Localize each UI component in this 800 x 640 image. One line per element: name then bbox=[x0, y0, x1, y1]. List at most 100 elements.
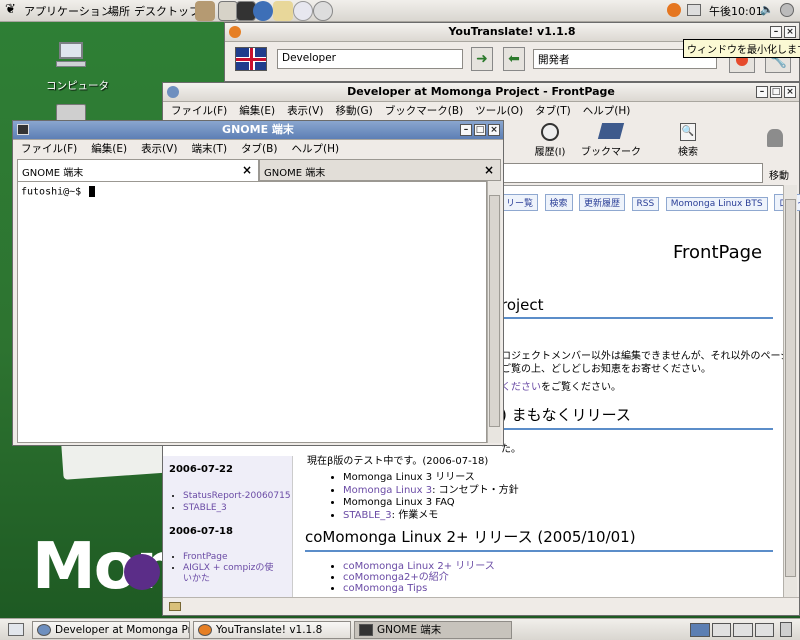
nav-bts-link[interactable]: Momonga Linux BTS bbox=[665, 197, 768, 211]
cd-icon[interactable] bbox=[293, 1, 313, 21]
workspace-1[interactable] bbox=[690, 623, 710, 637]
mail-icon[interactable] bbox=[218, 1, 238, 21]
bookmarks-label: ブックマーク bbox=[581, 147, 641, 158]
source-text-input[interactable]: Developer bbox=[277, 49, 463, 69]
bookmarks-button[interactable]: ブックマーク bbox=[581, 123, 641, 158]
browser-statusbar bbox=[163, 597, 799, 615]
sidebar-link-frontpage[interactable]: FrontPage bbox=[183, 552, 273, 563]
browser-menu-tools[interactable]: ツール(O) bbox=[475, 103, 523, 118]
page-nav-links: リー覧 検索 更新履歴 RSS Momonga Linux BTS ログイン bbox=[501, 194, 800, 211]
volume-icon[interactable]: 🔈 bbox=[760, 3, 774, 16]
browser-menu-tabs[interactable]: タブ(T) bbox=[535, 103, 571, 118]
nav-rss-link[interactable]: RSS bbox=[631, 197, 660, 211]
search-button[interactable]: 🔍 検索 bbox=[668, 123, 708, 158]
browser-menu-edit[interactable]: 編集(E) bbox=[239, 103, 275, 118]
bookmark-icon bbox=[597, 123, 625, 139]
power-icon[interactable] bbox=[780, 3, 794, 17]
project-heading: roject bbox=[501, 296, 773, 319]
notification-icon[interactable] bbox=[667, 3, 681, 17]
nav-history-link[interactable]: 更新履歴 bbox=[579, 194, 626, 211]
youtranslate-app-icon bbox=[229, 26, 241, 38]
computer-icon[interactable] bbox=[56, 42, 86, 68]
terminal-scrollbar[interactable] bbox=[487, 181, 501, 443]
history-label: 履歴(I) bbox=[534, 147, 566, 158]
terminal-menu-file[interactable]: ファイル(F) bbox=[21, 141, 77, 156]
uk-flag-icon[interactable] bbox=[235, 47, 267, 71]
minimize-button[interactable]: – bbox=[460, 124, 472, 136]
browser-titlebar[interactable]: Developer at Momonga Project - FrontPage… bbox=[163, 83, 799, 102]
terminal-menu-tabs[interactable]: タブ(B) bbox=[241, 141, 277, 156]
taskbar-youtranslate[interactable]: YouTranslate! v1.1.8 bbox=[193, 621, 351, 639]
foot-icon[interactable]: ❦ bbox=[5, 2, 16, 17]
show-desktop-icon[interactable] bbox=[8, 623, 24, 636]
browser-scrollbar[interactable] bbox=[783, 185, 797, 597]
beta-note: 現在β版のテスト中です。(2006-07-18) bbox=[307, 456, 489, 467]
sidebar-link-stable[interactable]: STABLE_3 bbox=[183, 502, 291, 514]
kde-icon[interactable] bbox=[313, 1, 333, 21]
terminal-titlebar[interactable]: GNOME 端末 – □ × bbox=[13, 121, 503, 140]
close-button[interactable]: × bbox=[784, 86, 796, 98]
terminal-scroll-thumb[interactable] bbox=[489, 195, 500, 427]
applications-menu[interactable]: アプリケーション bbox=[24, 3, 112, 19]
browser-scroll-thumb[interactable] bbox=[785, 199, 796, 577]
tab-close-icon[interactable]: × bbox=[484, 163, 494, 177]
globe-icon[interactable] bbox=[253, 1, 273, 21]
minimize-button[interactable]: – bbox=[770, 26, 782, 38]
translate-back-button[interactable]: ⬅ bbox=[503, 47, 525, 71]
trash-icon[interactable] bbox=[780, 622, 792, 637]
please-link[interactable]: ください bbox=[501, 382, 541, 393]
close-button[interactable]: × bbox=[488, 124, 500, 136]
network-icon[interactable] bbox=[687, 4, 701, 16]
browser-menu-file[interactable]: ファイル(F) bbox=[171, 103, 227, 118]
release-heading: ) まもなくリリース bbox=[501, 404, 773, 430]
maximize-button[interactable]: □ bbox=[770, 86, 782, 98]
terminal-menu-terminal[interactable]: 端末(T) bbox=[191, 141, 227, 156]
browser-menu-view[interactable]: 表示(V) bbox=[287, 103, 323, 118]
top-panel: ❦ アプリケーション 場所 デスクトップ 午後10:01 🔈 bbox=[0, 0, 800, 22]
terminal-screen[interactable]: futoshi@~$ bbox=[17, 181, 487, 443]
clock[interactable]: 午後10:01 bbox=[709, 3, 763, 19]
browser-menu-go[interactable]: 移動(G) bbox=[335, 103, 372, 118]
search-icon: 🔍 bbox=[680, 123, 696, 141]
list-item: STABLE_3: 作業メモ bbox=[343, 510, 519, 523]
taskbar-terminal[interactable]: GNOME 端末 bbox=[354, 621, 512, 639]
momonga-logo: Mon bbox=[32, 530, 172, 604]
terminal-app-icon bbox=[17, 124, 29, 135]
minimize-tooltip: ウィンドウを最小化します bbox=[683, 39, 800, 58]
tab-close-icon[interactable]: × bbox=[242, 163, 252, 177]
browser-menu-bookmarks[interactable]: ブックマーク(B) bbox=[385, 103, 463, 118]
editor-icon[interactable] bbox=[273, 1, 293, 21]
history-button[interactable]: 履歴(I) bbox=[525, 123, 575, 158]
close-button[interactable]: × bbox=[784, 26, 796, 38]
go-button[interactable]: 移動 bbox=[769, 167, 789, 182]
places-menu[interactable]: 場所 bbox=[108, 3, 130, 19]
comomonga-heading: coMomonga Linux 2+ リリース (2005/10/01) bbox=[305, 526, 773, 552]
terminal-tab-1[interactable]: GNOME 端末 × bbox=[17, 159, 259, 181]
minimize-button[interactable]: – bbox=[756, 86, 768, 98]
terminal-task-icon bbox=[359, 624, 373, 636]
sidebar-link-status[interactable]: StatusReport-20060715 bbox=[183, 490, 291, 502]
workspace-4[interactable] bbox=[754, 623, 774, 637]
search-label: 検索 bbox=[678, 147, 698, 158]
gimp-icon[interactable] bbox=[195, 1, 215, 21]
workspace-3[interactable] bbox=[733, 623, 753, 637]
terminal-tab-2[interactable]: GNOME 端末 × bbox=[259, 159, 501, 181]
url-input[interactable] bbox=[503, 163, 763, 183]
terminal-menu-view[interactable]: 表示(V) bbox=[141, 141, 177, 156]
sidebar-link-aiglx[interactable]: AIGLX + compizの使いかた bbox=[183, 563, 273, 585]
throbber-icon bbox=[767, 129, 783, 147]
nav-list-link[interactable]: リー覧 bbox=[501, 194, 539, 211]
terminal-title: GNOME 端末 bbox=[222, 123, 294, 136]
browser-menu-help[interactable]: ヘルプ(H) bbox=[583, 103, 631, 118]
terminal-window: GNOME 端末 – □ × ファイル(F) 編集(E) 表示(V) 端末(T) タ… bbox=[12, 120, 504, 446]
workspace-2[interactable] bbox=[711, 623, 731, 637]
translate-forward-button[interactable]: ➜ bbox=[471, 47, 493, 71]
taskbar-browser[interactable]: Developer at Momonga Proj… bbox=[32, 621, 190, 639]
workspace-switcher[interactable] bbox=[690, 623, 774, 637]
list-item: Momonga Linux 3: コンセプト・方針 bbox=[343, 485, 519, 498]
desktop-menu[interactable]: デスクトップ bbox=[134, 3, 200, 19]
nav-search-link[interactable]: 検索 bbox=[544, 194, 573, 211]
terminal-menu-edit[interactable]: 編集(E) bbox=[91, 141, 127, 156]
maximize-button[interactable]: □ bbox=[474, 124, 486, 136]
terminal-menu-help[interactable]: ヘルプ(H) bbox=[291, 141, 339, 156]
